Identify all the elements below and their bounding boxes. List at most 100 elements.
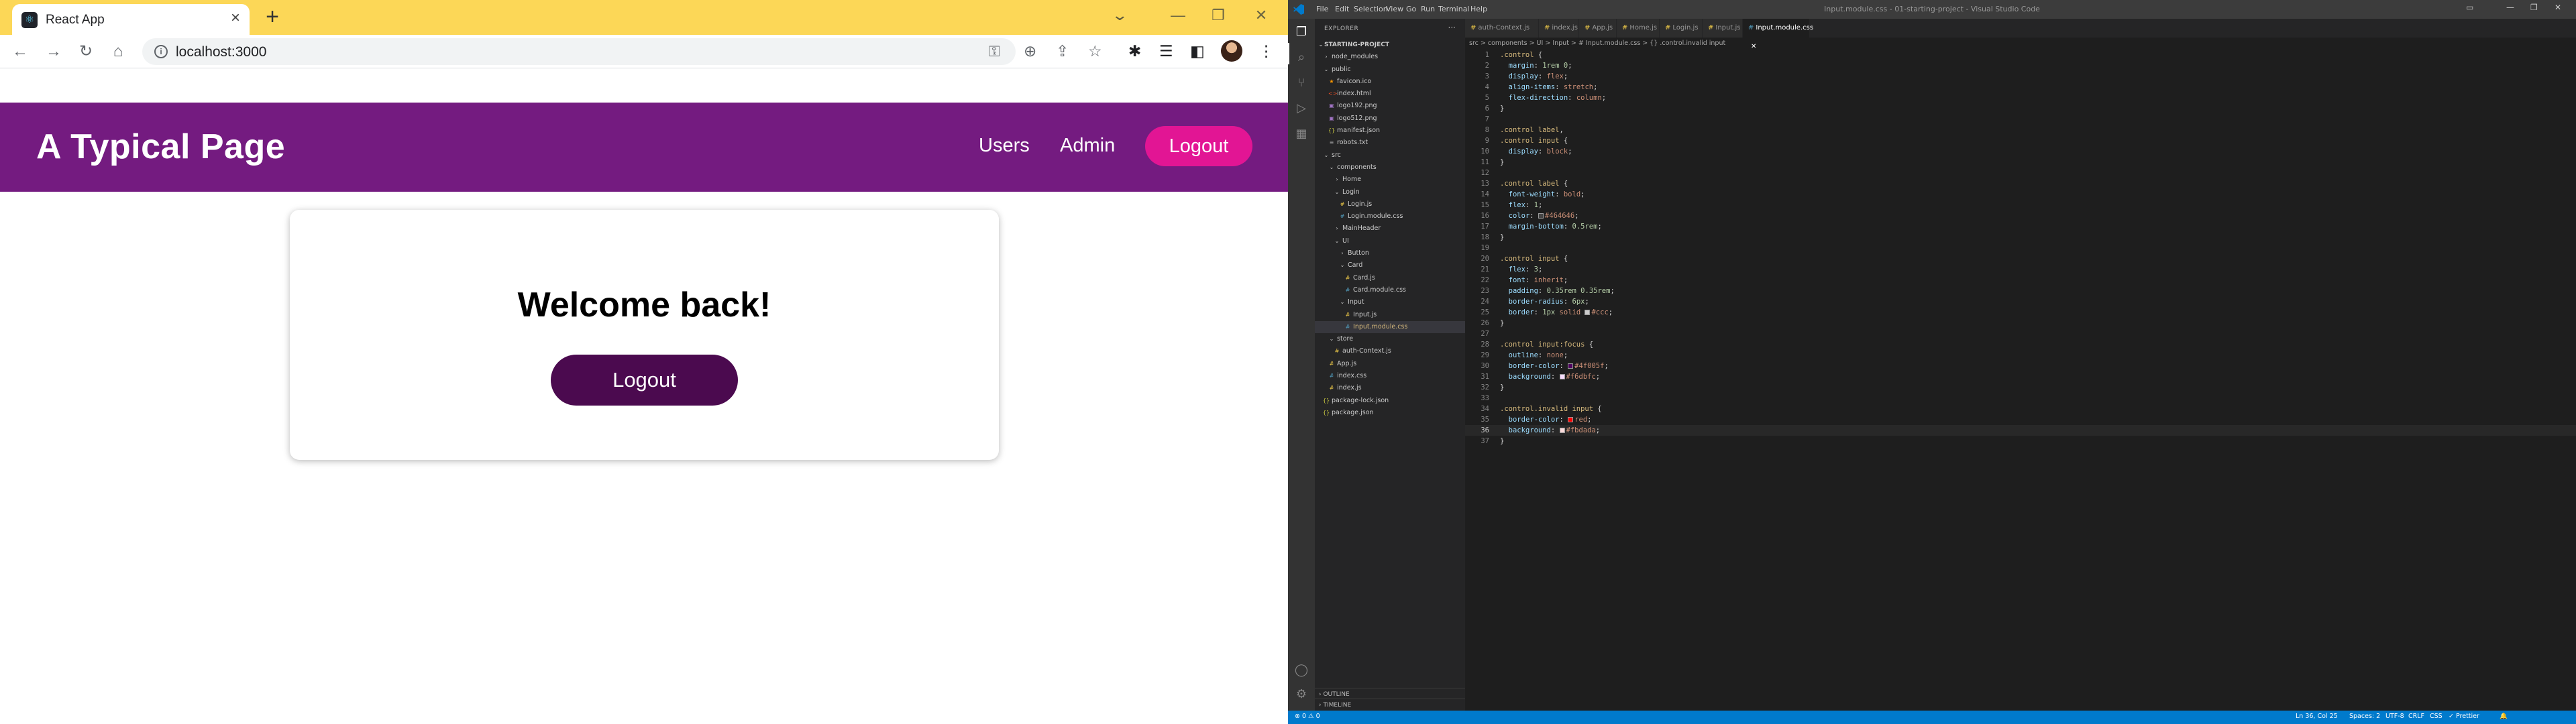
editor-tab[interactable]: # Input.module.css ✕	[1743, 19, 1813, 50]
profile-avatar[interactable]	[1221, 40, 1242, 62]
tree-file[interactable]: # Card.module.css	[1315, 284, 1465, 296]
settings-gear-icon[interactable]: ⚙	[1293, 686, 1309, 703]
code-line[interactable]: 29 outline: none;	[1465, 350, 2576, 361]
code-line[interactable]: 27	[1465, 328, 2576, 339]
tree-file[interactable]: {} package-lock.json	[1315, 395, 1465, 407]
editor-tab[interactable]: # App.js	[1579, 19, 1617, 38]
code-line[interactable]: 26}	[1465, 318, 2576, 328]
nav-link-users[interactable]: Users	[979, 135, 1030, 157]
code-line[interactable]: 12	[1465, 168, 2576, 178]
code-line[interactable]: 28 .control input:focus {	[1465, 339, 2576, 350]
status-item[interactable]: ✓ Prettier	[2449, 713, 2479, 720]
code-line[interactable]: 24 border-radius: 6px;	[1465, 296, 2576, 307]
code-line[interactable]: 31 background: #f6dbfc;	[1465, 371, 2576, 382]
tree-file[interactable]: # Input.module.css	[1315, 320, 1465, 334]
color-swatch[interactable]	[1585, 310, 1591, 315]
code-line[interactable]: 5 flex-direction: column;	[1465, 93, 2576, 103]
editor-tab[interactable]: # Home.js	[1617, 19, 1660, 38]
forward-arrow-icon[interactable]: →	[42, 40, 66, 63]
bookmark-star-icon[interactable]: ☆	[1088, 42, 1102, 60]
editor-tab[interactable]: # index.js	[1539, 19, 1579, 38]
zoom-icon[interactable]: ⊕	[1024, 42, 1036, 60]
nav-link-admin[interactable]: Admin	[1060, 135, 1115, 157]
code-line[interactable]: 25 border: 1px solid #ccc;	[1465, 307, 2576, 318]
code-line[interactable]: 3 display: flex;	[1465, 71, 2576, 82]
media-queue-icon[interactable]: ☰	[1159, 42, 1173, 60]
code-editor[interactable]: 1 .control {2 margin: 1rem 0; 3 display: f…	[1465, 50, 2576, 446]
home-icon[interactable]: ⌂	[106, 40, 130, 63]
code-line[interactable]: 15 flex: 1;	[1465, 200, 2576, 210]
code-line[interactable]: 32}	[1465, 382, 2576, 393]
search-icon[interactable]: ⌕	[1293, 50, 1309, 66]
layout-toggle-icon[interactable]: ▭	[2466, 3, 2473, 12]
extensions-icon[interactable]: ▦	[1293, 126, 1309, 142]
card-logout-button[interactable]: Logout	[551, 355, 738, 406]
code-line[interactable]: 10 display: block;	[1465, 146, 2576, 157]
tree-file[interactable]: # Input.js	[1315, 309, 1465, 321]
editor-tab[interactable]: # auth-Context.js	[1465, 19, 1539, 38]
color-swatch[interactable]	[1559, 428, 1565, 433]
code-line[interactable]: 13 .control label {	[1465, 178, 2576, 189]
editor-tab[interactable]: # Input.js	[1703, 19, 1743, 38]
code-line[interactable]: 8 .control label,	[1465, 125, 2576, 135]
status-item[interactable]: 🔔	[2500, 713, 2508, 720]
code-line[interactable]: 34 .control.invalid input {	[1465, 404, 2576, 414]
code-line[interactable]: 11}	[1465, 157, 2576, 168]
explorer-more-icon[interactable]: ···	[1448, 23, 1456, 32]
close-window-button[interactable]: ✕	[1241, 0, 1281, 31]
tree-file[interactable]: ▣ logo192.png	[1315, 100, 1465, 112]
color-swatch[interactable]	[1538, 213, 1544, 219]
tab-close-icon[interactable]: ×	[231, 10, 240, 26]
tree-folder[interactable]: ⌄ Login	[1315, 186, 1465, 198]
share-icon[interactable]: ⇪	[1056, 42, 1069, 60]
code-line[interactable]: 20 .control input {	[1465, 253, 2576, 264]
code-line[interactable]: 21 flex: 3;	[1465, 264, 2576, 275]
color-swatch[interactable]	[1559, 374, 1565, 379]
code-line[interactable]: 1 .control {	[1465, 50, 2576, 60]
vscode-close-icon[interactable]: ✕	[2555, 3, 2561, 12]
code-line[interactable]: 9 .control input {	[1465, 135, 2576, 146]
status-item[interactable]: CRLF	[2408, 713, 2424, 720]
tree-file[interactable]: # index.css	[1315, 370, 1465, 382]
tree-folder[interactable]: ⌄ Input	[1315, 296, 1465, 308]
code-line[interactable]: 35 border-color: red;	[1465, 414, 2576, 425]
status-item[interactable]: Spaces: 2	[2349, 713, 2380, 720]
tree-file[interactable]: # App.js	[1315, 358, 1465, 370]
tree-folder[interactable]: › Home	[1315, 174, 1465, 186]
tree-file[interactable]: {} package.json	[1315, 407, 1465, 419]
tree-file[interactable]: # Login.js	[1315, 198, 1465, 210]
status-item[interactable]: CSS	[2430, 713, 2443, 720]
back-arrow-icon[interactable]: ←	[8, 40, 32, 63]
address-bar[interactable]: i localhost:3000 ⚿	[142, 38, 1016, 65]
source-control-icon[interactable]: ⑂	[1293, 75, 1309, 91]
code-line[interactable]: 18}	[1465, 232, 2576, 243]
code-line[interactable]: 23 padding: 0.35rem 0.35rem;	[1465, 286, 2576, 296]
tree-file[interactable]: # index.js	[1315, 382, 1465, 394]
new-tab-button[interactable]: +	[259, 4, 286, 31]
key-icon[interactable]: ⚿	[989, 44, 1000, 60]
tree-folder[interactable]: ⌄ public	[1315, 64, 1465, 76]
tree-folder[interactable]: ⌄ src	[1315, 149, 1465, 162]
tree-file[interactable]: <> index.html	[1315, 88, 1465, 100]
tree-folder[interactable]: › node_modules	[1315, 51, 1465, 63]
tree-file[interactable]: ★ favicon.ico	[1315, 76, 1465, 88]
code-line[interactable]: 17 margin-bottom: 0.5rem;	[1465, 221, 2576, 232]
explorer-files-icon[interactable]: ❐	[1293, 24, 1309, 40]
code-line[interactable]: 2 margin: 1rem 0;	[1465, 60, 2576, 71]
site-info-icon[interactable]: i	[154, 45, 168, 58]
code-line[interactable]: 33	[1465, 393, 2576, 404]
run-debug-icon[interactable]: ▷	[1293, 101, 1309, 117]
restore-button[interactable]: ❐	[1198, 0, 1238, 31]
vscode-maximize-icon[interactable]: ❐	[2530, 3, 2538, 12]
problems-status[interactable]: ⊗ 0 ⚠ 0	[1295, 713, 1320, 720]
code-line[interactable]: 19	[1465, 243, 2576, 253]
tree-file[interactable]: # Card.js	[1315, 272, 1465, 284]
code-line[interactable]: 7	[1465, 114, 2576, 125]
tab-search-icon[interactable]: ⌄	[1111, 7, 1128, 24]
status-item[interactable]: UTF-8	[2385, 713, 2404, 720]
status-item[interactable]: Ln 36, Col 25	[2296, 713, 2338, 720]
tree-folder[interactable]: ⌄ store	[1315, 333, 1465, 345]
extensions-puzzle-icon[interactable]: ✱	[1128, 42, 1141, 60]
color-swatch[interactable]	[1568, 417, 1574, 422]
tree-folder[interactable]: ⌄ Card	[1315, 259, 1465, 272]
